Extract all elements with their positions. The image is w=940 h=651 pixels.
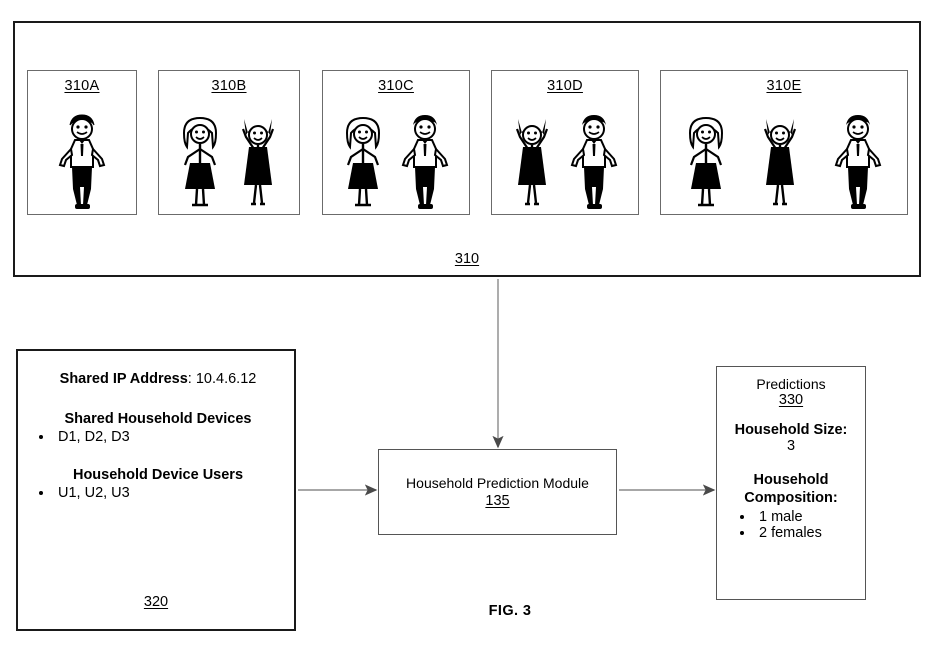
figure-caption: FIG. 3: [488, 603, 532, 619]
figure-canvas: 310A 310B 310C 310D 310E 310 Shared IP A…: [0, 0, 940, 651]
connector-arrows: [298, 279, 716, 496]
